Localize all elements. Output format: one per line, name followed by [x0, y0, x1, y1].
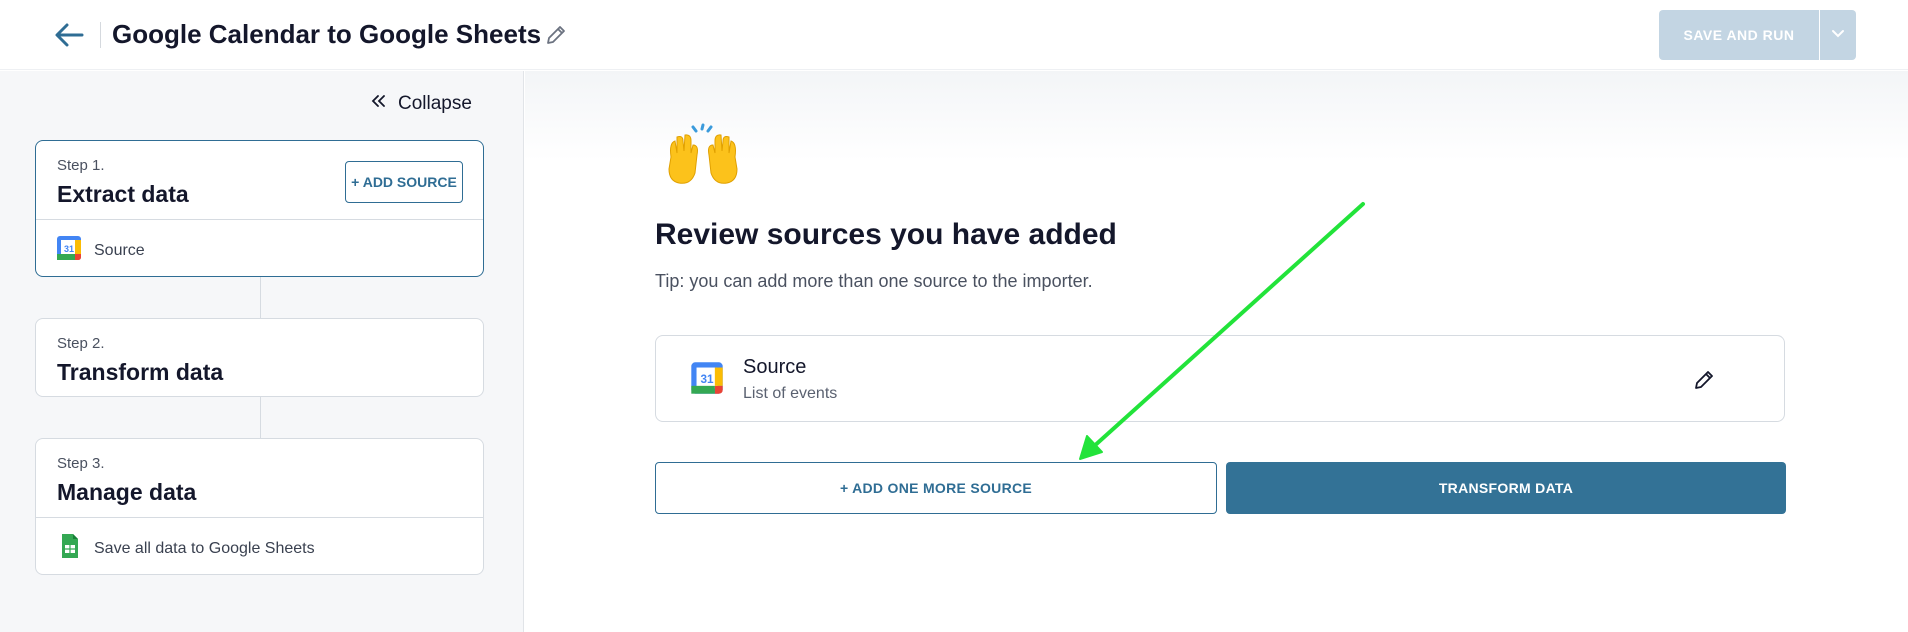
source-row[interactable]: 31 Source [56, 235, 145, 266]
step-connector [260, 397, 261, 438]
top-bar: Google Calendar to Google Sheets SAVE AN… [0, 0, 1908, 70]
svg-text:31: 31 [64, 244, 74, 254]
card-divider [36, 219, 483, 220]
step-card-manage[interactable]: Step 3. Manage data Save all data to Goo… [35, 438, 484, 575]
section-title: Review sources you have added [655, 218, 1117, 251]
step-label: Step 2. [57, 335, 105, 352]
back-arrow-icon[interactable] [52, 18, 86, 52]
step-card-extract[interactable]: Step 1. Extract data + ADD SOURCE 31 Sou… [35, 140, 484, 277]
step-title: Transform data [57, 359, 224, 385]
step-title: Extract data [57, 181, 189, 207]
svg-text:31: 31 [700, 373, 714, 386]
collapse-button[interactable]: Collapse [370, 93, 472, 115]
destination-row-label: Save all data to Google Sheets [94, 539, 315, 557]
raising-hands-icon [663, 123, 743, 192]
save-options-dropdown[interactable] [1820, 10, 1856, 60]
source-name: Source [743, 356, 807, 378]
pencil-icon[interactable] [543, 22, 569, 48]
card-divider [36, 517, 483, 518]
source-row-label: Source [94, 241, 145, 259]
header-divider [100, 22, 101, 48]
step-label: Step 1. [57, 157, 105, 174]
step-connector [260, 277, 261, 318]
chevron-down-icon [1831, 26, 1845, 44]
add-one-more-source-button[interactable]: + ADD ONE MORE SOURCE [655, 462, 1217, 514]
step-title: Manage data [57, 479, 197, 505]
edit-source-pencil-icon[interactable] [1690, 366, 1718, 394]
google-sheets-icon [56, 533, 82, 564]
source-description: List of events [743, 385, 838, 402]
transform-data-button[interactable]: TRANSFORM DATA [1226, 462, 1786, 514]
tip-text: Tip: you can add more than one source to… [655, 271, 1093, 291]
add-source-button[interactable]: + ADD SOURCE [345, 161, 463, 203]
step-card-transform[interactable]: Step 2. Transform data [35, 318, 484, 397]
steps-sidebar: Collapse Step 1. Extract data + ADD SOUR… [0, 71, 524, 632]
google-calendar-icon: 31 [56, 235, 82, 266]
save-and-run-button[interactable]: SAVE AND RUN [1659, 10, 1819, 60]
step-label: Step 3. [57, 455, 105, 472]
google-calendar-icon: 31 [690, 360, 724, 401]
main-panel: Review sources you have added Tip: you c… [525, 71, 1908, 632]
destination-row[interactable]: Save all data to Google Sheets [56, 533, 315, 564]
page-title: Google Calendar to Google Sheets [112, 19, 542, 49]
collapse-label: Collapse [398, 93, 472, 114]
source-card[interactable]: 31 Source List of events [655, 335, 1785, 422]
double-chevron-left-icon [370, 93, 386, 115]
